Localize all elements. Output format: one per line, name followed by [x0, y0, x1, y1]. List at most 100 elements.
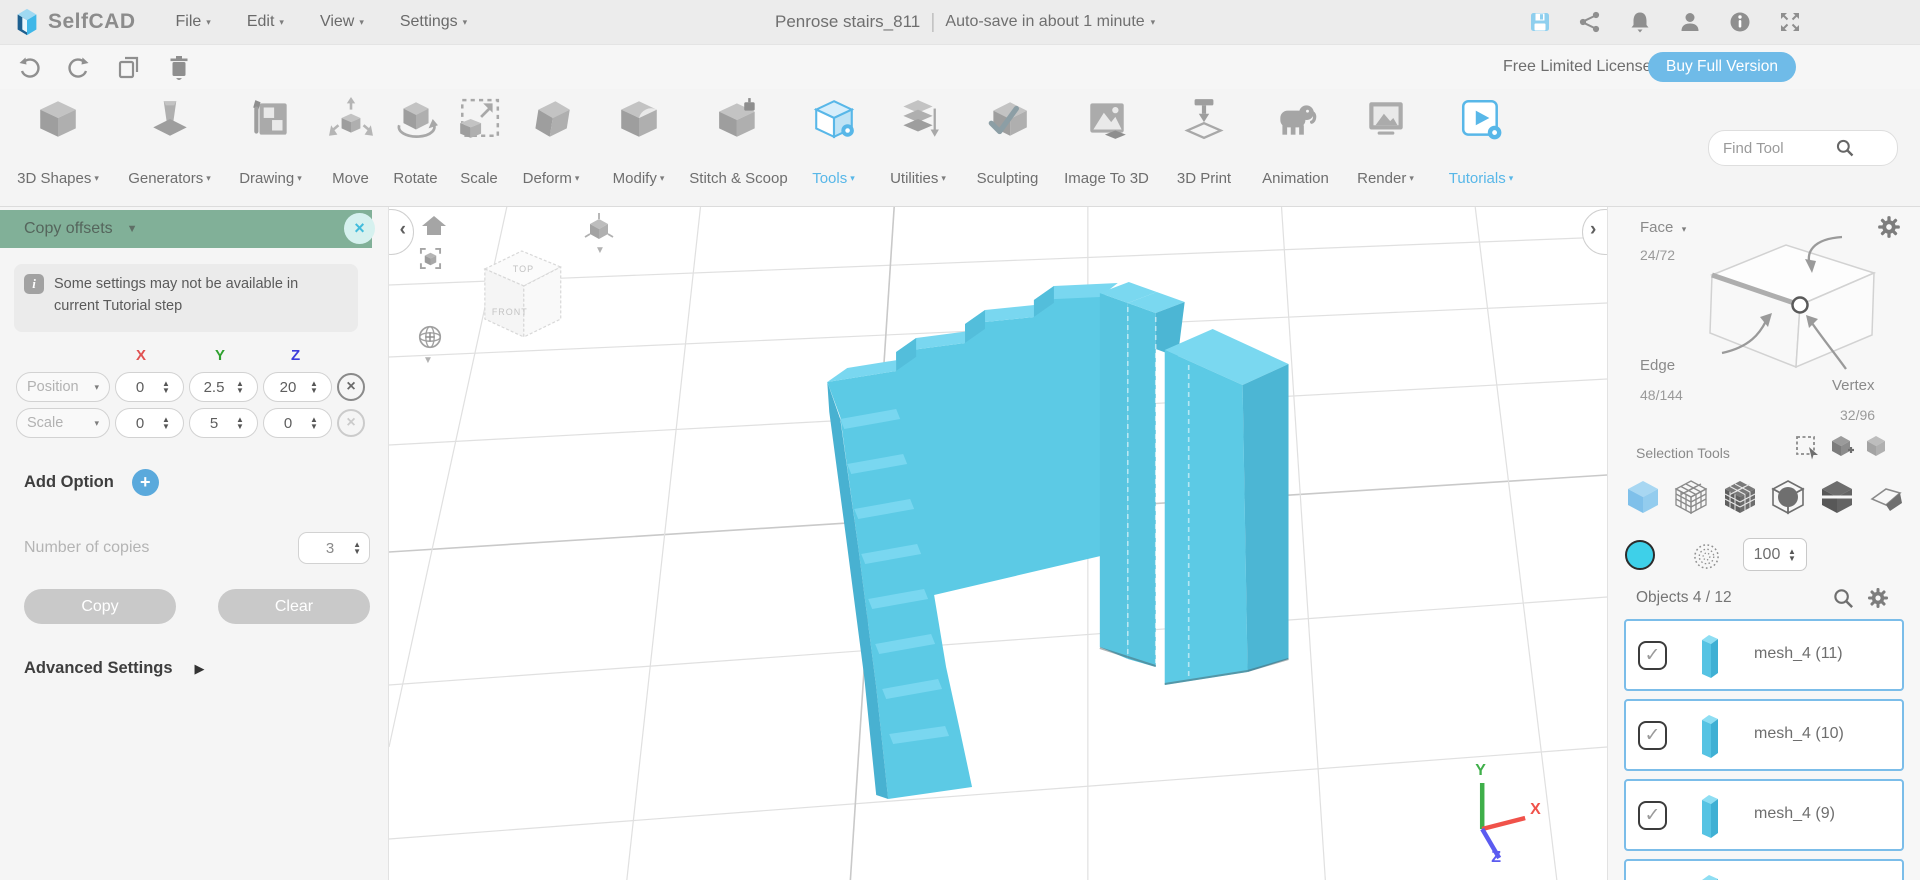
selfcad-logo[interactable]: SelfCAD	[12, 7, 136, 37]
object-list-item-partial[interactable]: ✓	[1624, 859, 1904, 880]
menu-file[interactable]: File ▾	[158, 0, 229, 44]
object-visibility-checkbox[interactable]: ✓	[1638, 721, 1667, 750]
objects-settings-gear-icon[interactable]	[1866, 586, 1890, 610]
chevron-down-icon: ▾	[1150, 16, 1156, 27]
position-y-input: ▲▼	[189, 372, 258, 402]
toolbar-item-3d-print[interactable]: 3D Print	[1157, 89, 1251, 206]
position-type-dropdown[interactable]: Position ▾	[16, 372, 110, 402]
account-person-icon[interactable]	[1678, 10, 1702, 34]
marquee-select-icon[interactable]	[1795, 435, 1821, 461]
toolbar-item-animation[interactable]: Animation	[1251, 89, 1340, 206]
info-icon[interactable]	[1728, 10, 1752, 34]
view-dropdown-caret[interactable]: ▼	[595, 245, 605, 256]
stepper-control[interactable]: ▲ ▼	[162, 380, 170, 395]
toolbar-item-utilities[interactable]: Utilities ▾	[877, 89, 959, 206]
scale-x-field[interactable]	[118, 413, 162, 433]
copy-offsets-header[interactable]: Copy offsets ▼	[0, 210, 372, 248]
copies-field[interactable]	[311, 538, 350, 558]
select-add-cube-icon[interactable]	[1829, 433, 1855, 459]
search-icon[interactable]	[1835, 138, 1855, 158]
toolbar-item-stitch-scoop[interactable]: Stitch & Scoop	[687, 89, 790, 206]
select-all-cube-icon[interactable]	[1864, 433, 1890, 459]
home-view-icon[interactable]	[421, 213, 447, 239]
view-cube-gizmo[interactable]: TOP FRONT	[483, 250, 563, 338]
menu-view[interactable]: View ▾	[302, 0, 382, 44]
stepper-control[interactable]: ▲ ▼	[353, 541, 361, 556]
stepper-control[interactable]: ▲ ▼	[310, 380, 318, 395]
menu-settings[interactable]: Settings ▾	[382, 0, 485, 44]
scale-type-dropdown[interactable]: Scale ▾	[16, 408, 110, 438]
advanced-settings-toggle[interactable]: Advanced Settings ▶	[24, 659, 205, 678]
find-tool-input[interactable]	[1721, 138, 1835, 158]
object-visibility-checkbox[interactable]: ✓	[1638, 641, 1667, 670]
toolbar-item-deform[interactable]: Deform ▾	[512, 89, 590, 206]
toolbar-item-tools[interactable]: Tools ▾	[790, 89, 877, 206]
copy-button[interactable]: Copy	[24, 589, 176, 624]
toolbar-item-scale[interactable]: Scale	[446, 89, 512, 206]
share-icon[interactable]	[1578, 10, 1602, 34]
collapse-caret-icon[interactable]: ▼	[127, 223, 138, 235]
brush-color-indicator[interactable]	[1625, 540, 1655, 570]
menu-edit[interactable]: Edit ▾	[229, 0, 302, 44]
object-list-item[interactable]: ✓ mesh_4 (11)	[1624, 619, 1904, 691]
strength-field[interactable]	[1746, 544, 1788, 565]
viewport-scene: TOP FRONT Y X Z	[389, 207, 1607, 880]
soft-selection-sphere-icon[interactable]	[1693, 543, 1720, 570]
remove-position-row-button[interactable]: ×	[337, 373, 365, 401]
copy-icon[interactable]	[116, 54, 142, 80]
select-sphere-mode-icon[interactable]	[1769, 477, 1807, 515]
select-object-mode-icon-active[interactable]	[1624, 477, 1662, 515]
scale-y-field[interactable]	[192, 413, 236, 433]
stepper-control[interactable]: ▲ ▼	[1788, 547, 1796, 562]
clear-button[interactable]: Clear	[218, 589, 370, 624]
buy-full-version-button[interactable]: Buy Full Version	[1648, 52, 1796, 82]
position-z-field[interactable]	[266, 377, 310, 397]
stepper-control[interactable]: ▲ ▼	[236, 416, 244, 431]
search-objects-icon[interactable]	[1832, 587, 1855, 610]
object-list-item[interactable]: ✓ mesh_4 (9)	[1624, 779, 1904, 851]
position-x-field[interactable]	[118, 377, 162, 397]
camera-view-icon[interactable]	[419, 247, 442, 270]
toolbar-item-tutorials[interactable]: Tutorials ▾	[1431, 89, 1531, 206]
save-icon[interactable]	[1528, 10, 1552, 34]
select-split-mode-icon[interactable]	[1818, 477, 1856, 515]
edit-bar: Free Limited License Buy Full Version	[0, 45, 1920, 89]
toolbar-item-sculpting[interactable]: Sculpting	[959, 89, 1056, 206]
add-option-button[interactable]: +	[131, 469, 159, 496]
stepper-control[interactable]: ▲ ▼	[310, 416, 318, 431]
autosave-dropdown[interactable]: Auto-save in about 1 minute ▾	[945, 13, 1155, 31]
select-face-plane-mode-icon[interactable]	[1866, 477, 1904, 515]
face-mode-dropdown[interactable]: Face ▾	[1640, 219, 1686, 236]
scale-z-field[interactable]	[266, 413, 310, 433]
3d-viewport[interactable]: TOP FRONT Y X Z ‹ › ▼ ▼	[389, 207, 1607, 880]
close-panel-button[interactable]: ×	[344, 213, 375, 244]
notifications-bell-icon[interactable]	[1628, 10, 1652, 34]
isometric-view-icon[interactable]	[583, 212, 615, 244]
toolbar-item-3d-shapes[interactable]: 3D Shapes ▾	[2, 89, 114, 206]
toolbar-item-drawing[interactable]: Drawing ▾	[225, 89, 316, 206]
chevron-down-icon: ▾	[574, 173, 580, 183]
fullscreen-icon[interactable]	[1778, 10, 1802, 34]
select-wireframe-mode-icon[interactable]	[1672, 477, 1710, 515]
toolbar-item-image-to-3d[interactable]: Image To 3D	[1056, 89, 1157, 206]
stepper-control[interactable]: ▲ ▼	[162, 416, 170, 431]
toolbar-item-render[interactable]: Render ▾	[1340, 89, 1431, 206]
penrose-stairs-model[interactable]	[827, 282, 1289, 799]
redo-icon[interactable]	[66, 54, 92, 80]
stepper-control[interactable]: ▲ ▼	[236, 380, 244, 395]
chevron-down-icon: ▾	[206, 173, 211, 183]
toolbar-item-modify[interactable]: Modify ▾	[590, 89, 687, 206]
selfcad-app: SelfCAD File ▾ Edit ▾ View ▾ Settings ▾ Penr…	[0, 0, 1920, 880]
toolbar-item-rotate[interactable]: Rotate	[385, 89, 446, 206]
toolbar-item-generators[interactable]: Generators ▾	[114, 89, 225, 206]
toolbar-item-move[interactable]: Move	[316, 89, 385, 206]
pan-dropdown-caret[interactable]: ▼	[423, 355, 433, 366]
object-list-item[interactable]: ✓ mesh_4 (10)	[1624, 699, 1904, 771]
gizmo-front-label: FRONT	[492, 307, 528, 317]
pan-globe-icon[interactable]	[416, 323, 444, 351]
select-dense-mesh-mode-icon[interactable]	[1721, 477, 1759, 515]
object-visibility-checkbox[interactable]: ✓	[1638, 801, 1667, 830]
delete-trash-icon[interactable]	[166, 54, 192, 80]
undo-icon[interactable]	[16, 54, 42, 80]
position-y-field[interactable]	[192, 377, 236, 397]
